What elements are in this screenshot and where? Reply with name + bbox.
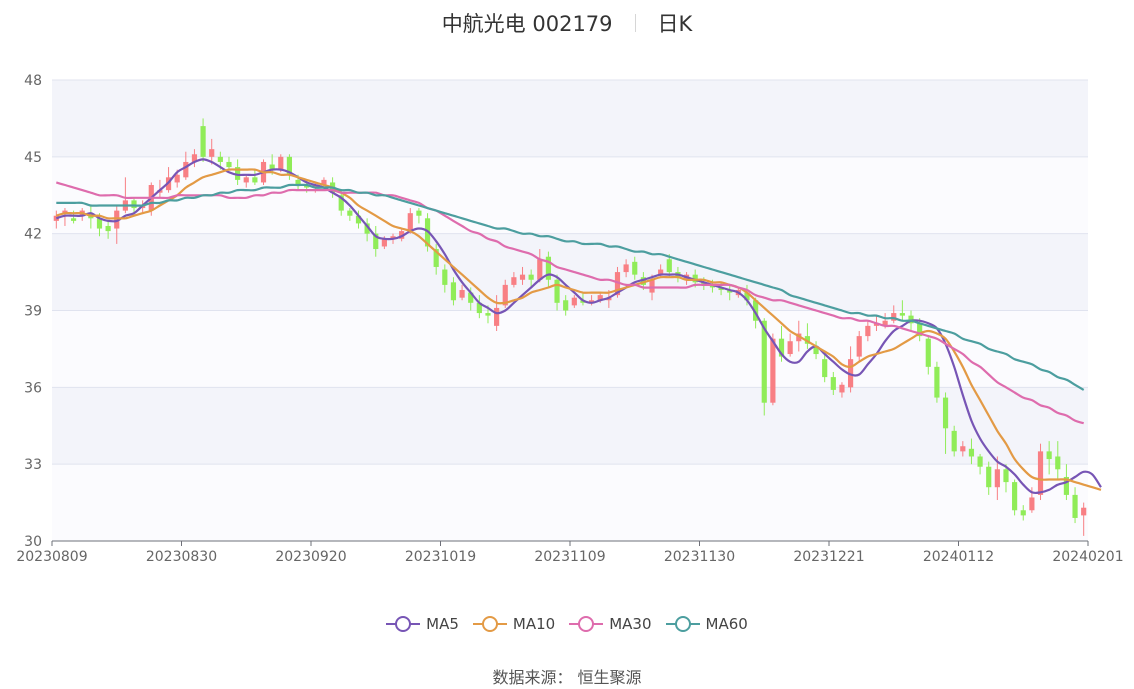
candle-body: [1029, 497, 1035, 511]
candle-body: [554, 279, 560, 303]
legend: MA5 MA10 MA30 MA60: [0, 612, 1134, 636]
candle-body: [243, 177, 249, 183]
candle-body: [278, 156, 284, 170]
candle-body: [131, 200, 137, 209]
data-source-note: 数据来源： 恒生聚源: [492, 668, 642, 687]
legend-item-ma60[interactable]: MA60: [665, 615, 748, 633]
candle-body: [563, 300, 569, 311]
candle-body: [856, 336, 862, 357]
candle-body: [442, 269, 448, 285]
background-band: [52, 464, 1088, 541]
candle-body: [649, 279, 655, 293]
x-axis: 20230809 20230830 20230920 20231019 20231109…: [16, 540, 1124, 565]
candle: [934, 361, 940, 403]
x-tick-label: 20231109: [534, 549, 605, 565]
candle-body: [528, 274, 534, 280]
candle-body: [994, 469, 1000, 488]
candle-body: [839, 384, 845, 393]
candle-body: [183, 161, 189, 178]
candle-body: [951, 430, 957, 452]
x-tick-label: 20231130: [664, 549, 735, 565]
candle-body: [899, 313, 905, 316]
background-band: [52, 387, 1088, 465]
x-tick-label: 20231019: [405, 549, 476, 565]
candle-body: [787, 341, 793, 355]
candle-body: [174, 174, 180, 183]
candle-body: [968, 448, 975, 457]
candle-body: [986, 466, 992, 488]
candle: [1012, 479, 1018, 516]
ma30-swatch-icon: [569, 615, 604, 633]
candle-body: [977, 456, 983, 467]
candle-body: [494, 307, 500, 326]
candle-body: [511, 277, 517, 285]
candle-body: [450, 282, 457, 301]
candle-body: [770, 338, 776, 403]
y-tick-label: 48: [24, 73, 42, 89]
candle-body: [416, 210, 422, 216]
y-tick-label: 39: [24, 304, 42, 320]
legend-label-ma30: MA30: [609, 615, 652, 633]
legend-label-ma5: MA5: [426, 615, 459, 633]
candle-body: [407, 213, 413, 232]
candle-body: [632, 261, 638, 275]
candle-body: [666, 259, 672, 273]
candle-body: [252, 177, 258, 183]
candle-body: [485, 313, 491, 316]
candle-body: [1012, 482, 1018, 511]
candle-body: [226, 161, 232, 168]
y-tick-label: 30: [24, 534, 42, 550]
legend-item-ma5[interactable]: MA5: [386, 615, 459, 633]
candle-body: [822, 359, 828, 378]
candle-body: [459, 290, 465, 298]
candle-body: [942, 397, 949, 429]
y-tick-label: 33: [24, 457, 42, 473]
candle-body: [105, 225, 111, 232]
candle-body: [70, 218, 77, 221]
candle-body: [347, 210, 353, 216]
candle-body: [519, 274, 526, 280]
y-tick-label: 36: [24, 380, 42, 396]
candle-body: [537, 259, 543, 280]
background-band: [52, 310, 1088, 388]
candle-body: [623, 264, 629, 273]
legend-label-ma10: MA10: [512, 615, 556, 633]
y-tick-label: 42: [24, 227, 42, 243]
candlestick-chart: 30333639424548 20230809 20230830 20230920 2…: [16, 73, 1124, 565]
candle-body: [934, 366, 940, 398]
candle-body: [200, 126, 206, 157]
candle-body: [1037, 451, 1044, 495]
candle-body: [1020, 510, 1026, 516]
candle-body: [960, 446, 966, 452]
candle-body: [1081, 507, 1087, 516]
x-tick-label: 20230809: [16, 549, 87, 565]
x-tick-label: 20240201: [1052, 549, 1123, 565]
x-tick-label: 20230920: [275, 549, 346, 565]
legend-item-ma30[interactable]: MA30: [569, 615, 652, 633]
background-band: [52, 80, 1088, 157]
candle-body: [865, 325, 871, 337]
candle-body: [925, 338, 931, 367]
legend-item-ma10[interactable]: MA10: [472, 615, 556, 633]
ma60-swatch-icon: [665, 615, 700, 633]
candle-body: [1055, 456, 1061, 470]
y-axis-labels: 30 33 36 39 42 45 48: [24, 73, 42, 550]
y-tick-label: 45: [24, 150, 42, 166]
candle-body: [1003, 469, 1009, 483]
x-tick-label: 20231221: [793, 549, 864, 565]
legend-label-ma60: MA60: [705, 615, 748, 633]
x-tick-label: 20230830: [146, 549, 217, 565]
x-tick-label: 20240112: [923, 549, 994, 565]
candle-body: [1046, 451, 1052, 460]
ma5-swatch-icon: [386, 615, 421, 633]
candle-body: [209, 149, 215, 157]
candle-body: [1072, 494, 1078, 518]
candle-body: [217, 156, 223, 162]
candle-body: [830, 377, 836, 390]
background-band: [52, 233, 1088, 311]
candle-body: [571, 297, 577, 306]
ma10-swatch-icon: [472, 615, 507, 633]
